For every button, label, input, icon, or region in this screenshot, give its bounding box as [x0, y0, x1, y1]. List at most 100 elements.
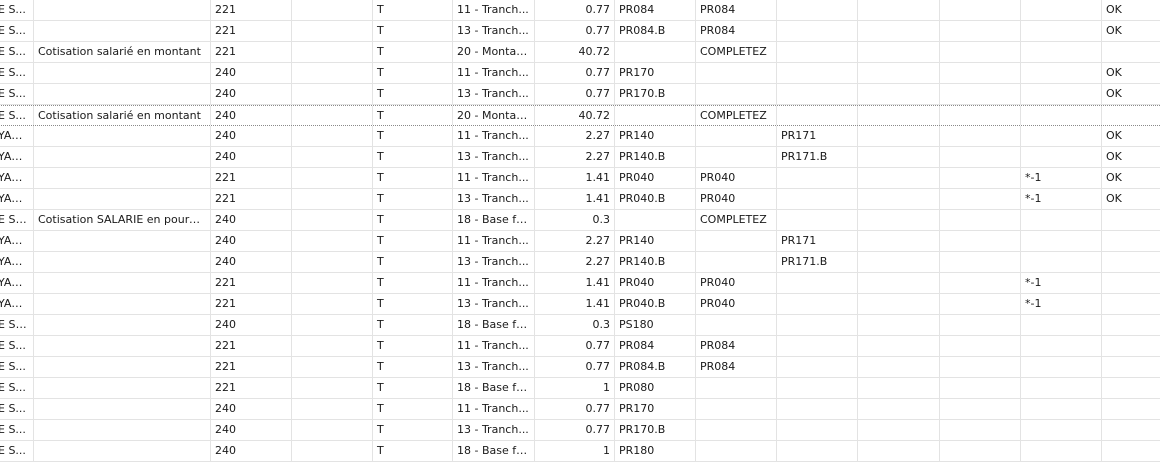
table-cell-col-8[interactable] [696, 399, 777, 419]
table-cell-col-3[interactable] [292, 147, 373, 167]
table-cell-col-1[interactable] [34, 420, 211, 440]
table-cell-col-9[interactable]: PR171.B [777, 147, 858, 167]
table-cell-col-6[interactable]: 2.27 [535, 126, 615, 146]
table-cell-col-4[interactable]: T [373, 21, 453, 41]
table-cell-col-7[interactable]: PR170 [615, 63, 696, 83]
table-cell-col-5[interactable]: 13 - Tranch... [453, 420, 535, 440]
table-row[interactable]: E S... Cotisation salarié en montant 221 T 2… [0, 42, 1160, 63]
table-cell-col-6[interactable]: 0.77 [535, 399, 615, 419]
table-cell-col-5[interactable]: 11 - Tranch... [453, 126, 535, 146]
table-cell-col-13[interactable] [1102, 441, 1160, 461]
table-cell-col-3[interactable] [292, 84, 373, 104]
table-cell-col-2[interactable]: 240 [211, 420, 292, 440]
table-cell-col-9[interactable] [777, 336, 858, 356]
table-cell-col-10[interactable] [858, 0, 940, 20]
table-cell-col-0[interactable]: E S... [0, 106, 34, 125]
table-cell-col-6[interactable]: 0.77 [535, 420, 615, 440]
table-cell-col-1[interactable] [34, 84, 211, 104]
table-cell-col-2[interactable]: 221 [211, 21, 292, 41]
table-cell-col-3[interactable] [292, 441, 373, 461]
table-cell-col-11[interactable] [940, 147, 1021, 167]
table-cell-col-13[interactable] [1102, 420, 1160, 440]
table-cell-col-0[interactable]: E S... [0, 336, 34, 356]
table-cell-col-0[interactable]: YAN... [0, 147, 34, 167]
table-cell-col-2[interactable]: 240 [211, 84, 292, 104]
table-cell-col-12[interactable]: *-1 [1021, 168, 1102, 188]
table-cell-col-9[interactable] [777, 441, 858, 461]
table-cell-col-1[interactable] [34, 273, 211, 293]
table-cell-col-13[interactable]: OK [1102, 84, 1160, 104]
table-cell-col-1[interactable] [34, 168, 211, 188]
table-cell-col-4[interactable]: T [373, 378, 453, 398]
table-cell-col-11[interactable] [940, 420, 1021, 440]
table-cell-col-10[interactable] [858, 273, 940, 293]
table-cell-col-5[interactable]: 11 - Tranch... [453, 63, 535, 83]
table-cell-col-13[interactable]: OK [1102, 0, 1160, 20]
table-cell-col-9[interactable] [777, 168, 858, 188]
table-cell-col-1[interactable] [34, 399, 211, 419]
table-cell-col-7[interactable]: PS180 [615, 315, 696, 335]
table-cell-col-12[interactable] [1021, 357, 1102, 377]
table-cell-col-8[interactable] [696, 63, 777, 83]
table-cell-col-7[interactable]: PR040 [615, 273, 696, 293]
table-cell-col-12[interactable]: *-1 [1021, 189, 1102, 209]
table-cell-col-2[interactable]: 240 [211, 126, 292, 146]
table-cell-col-6[interactable]: 1.41 [535, 168, 615, 188]
table-row[interactable]: E S... 240 T 11 - Tranch... 0.77 PR170 [0, 399, 1160, 420]
table-cell-col-4[interactable]: T [373, 210, 453, 230]
table-cell-col-13[interactable] [1102, 399, 1160, 419]
table-cell-col-2[interactable]: 240 [211, 441, 292, 461]
table-cell-col-3[interactable] [292, 189, 373, 209]
table-cell-col-10[interactable] [858, 210, 940, 230]
table-cell-col-11[interactable] [940, 126, 1021, 146]
table-cell-col-10[interactable] [858, 399, 940, 419]
table-cell-col-13[interactable] [1102, 106, 1160, 125]
table-row[interactable]: YAN... 221 T13 - Tranch...1.41PR040.BPR040… [0, 189, 1160, 210]
table-cell-col-9[interactable] [777, 106, 858, 125]
table-cell-col-11[interactable] [940, 231, 1021, 251]
table-cell-col-9[interactable]: PR171 [777, 126, 858, 146]
table-cell-col-7[interactable]: PR140 [615, 231, 696, 251]
table-cell-col-7[interactable]: PR170 [615, 399, 696, 419]
table-cell-col-10[interactable] [858, 336, 940, 356]
table-cell-col-2[interactable]: 221 [211, 273, 292, 293]
table-cell-col-7[interactable]: PR140 [615, 126, 696, 146]
table-cell-col-1[interactable]: Cotisation salarié en montant [34, 106, 211, 125]
table-cell-col-4[interactable]: T [373, 126, 453, 146]
table-cell-col-5[interactable]: 11 - Tranch... [453, 273, 535, 293]
table-cell-col-0[interactable]: E S... [0, 378, 34, 398]
table-cell-col-1[interactable] [34, 294, 211, 314]
table-cell-col-10[interactable] [858, 106, 940, 125]
table-cell-col-4[interactable]: T [373, 252, 453, 272]
table-cell-col-12[interactable] [1021, 252, 1102, 272]
table-cell-col-2[interactable]: 240 [211, 63, 292, 83]
table-cell-col-8[interactable] [696, 126, 777, 146]
table-cell-col-8[interactable] [696, 231, 777, 251]
table-cell-col-0[interactable]: E SA... [0, 210, 34, 230]
table-cell-col-12[interactable] [1021, 441, 1102, 461]
table-cell-col-3[interactable] [292, 378, 373, 398]
table-cell-col-10[interactable] [858, 357, 940, 377]
table-cell-col-1[interactable] [34, 441, 211, 461]
table-cell-col-1[interactable] [34, 252, 211, 272]
table-cell-col-1[interactable] [34, 231, 211, 251]
table-cell-col-2[interactable]: 221 [211, 294, 292, 314]
table-cell-col-9[interactable] [777, 42, 858, 62]
table-row[interactable]: YAN... 240 T13 - Tranch...2.27PR140.B PR171… [0, 147, 1160, 168]
table-cell-col-9[interactable]: PR171 [777, 231, 858, 251]
table-cell-col-13[interactable] [1102, 42, 1160, 62]
table-cell-col-10[interactable] [858, 231, 940, 251]
table-cell-col-12[interactable] [1021, 106, 1102, 125]
table-cell-col-7[interactable]: PR040 [615, 168, 696, 188]
table-cell-col-7[interactable]: PR080 [615, 378, 696, 398]
table-cell-col-4[interactable]: T [373, 189, 453, 209]
table-row[interactable]: E S... 240 T 18 - Base fo... 1 PR180 [0, 441, 1160, 462]
table-cell-col-7[interactable]: PR040.B [615, 189, 696, 209]
table-cell-col-3[interactable] [292, 126, 373, 146]
table-cell-col-12[interactable] [1021, 21, 1102, 41]
table-cell-col-8[interactable]: COMPLETEZ [696, 106, 777, 125]
table-cell-col-3[interactable] [292, 106, 373, 125]
table-cell-col-7[interactable] [615, 42, 696, 62]
table-cell-col-3[interactable] [292, 0, 373, 20]
table-cell-col-12[interactable] [1021, 0, 1102, 20]
